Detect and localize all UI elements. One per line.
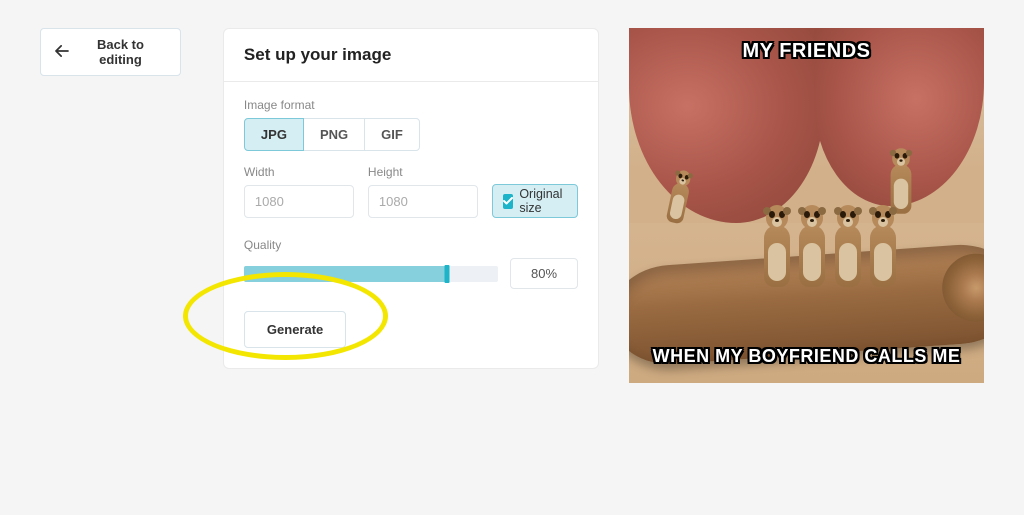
arrow-left-icon — [55, 45, 69, 60]
format-toggle-group: JPG PNG GIF — [244, 118, 578, 151]
width-input[interactable] — [244, 185, 354, 218]
checkmark-icon — [503, 194, 513, 209]
back-to-editing-button[interactable]: Back to editing — [40, 28, 181, 76]
original-size-label: Original size — [519, 187, 567, 215]
height-input[interactable] — [368, 185, 478, 218]
card-title: Set up your image — [244, 45, 578, 65]
quality-slider[interactable] — [244, 266, 498, 282]
format-option-png[interactable]: PNG — [303, 118, 365, 151]
quality-label: Quality — [244, 238, 578, 252]
format-option-jpg[interactable]: JPG — [244, 118, 304, 151]
original-size-toggle[interactable]: Original size — [492, 184, 578, 218]
setup-image-card: Set up your image Image format JPG PNG G… — [223, 28, 599, 369]
meme-text-top: MY FRIENDS — [629, 40, 984, 63]
meme-text-bottom: WHEN MY BOYFRIEND CALLS ME — [629, 346, 984, 367]
back-button-label: Back to editing — [75, 37, 166, 67]
slider-thumb[interactable] — [445, 265, 450, 283]
meme-image — [629, 28, 984, 383]
quality-value-input[interactable] — [510, 258, 578, 289]
generate-button[interactable]: Generate — [244, 311, 346, 348]
format-label: Image format — [244, 98, 578, 112]
image-preview: MY FRIENDS WHEN MY BOYFRIEND CALLS ME — [629, 28, 984, 383]
format-option-gif[interactable]: GIF — [364, 118, 420, 151]
width-label: Width — [244, 165, 354, 179]
height-label: Height — [368, 165, 478, 179]
